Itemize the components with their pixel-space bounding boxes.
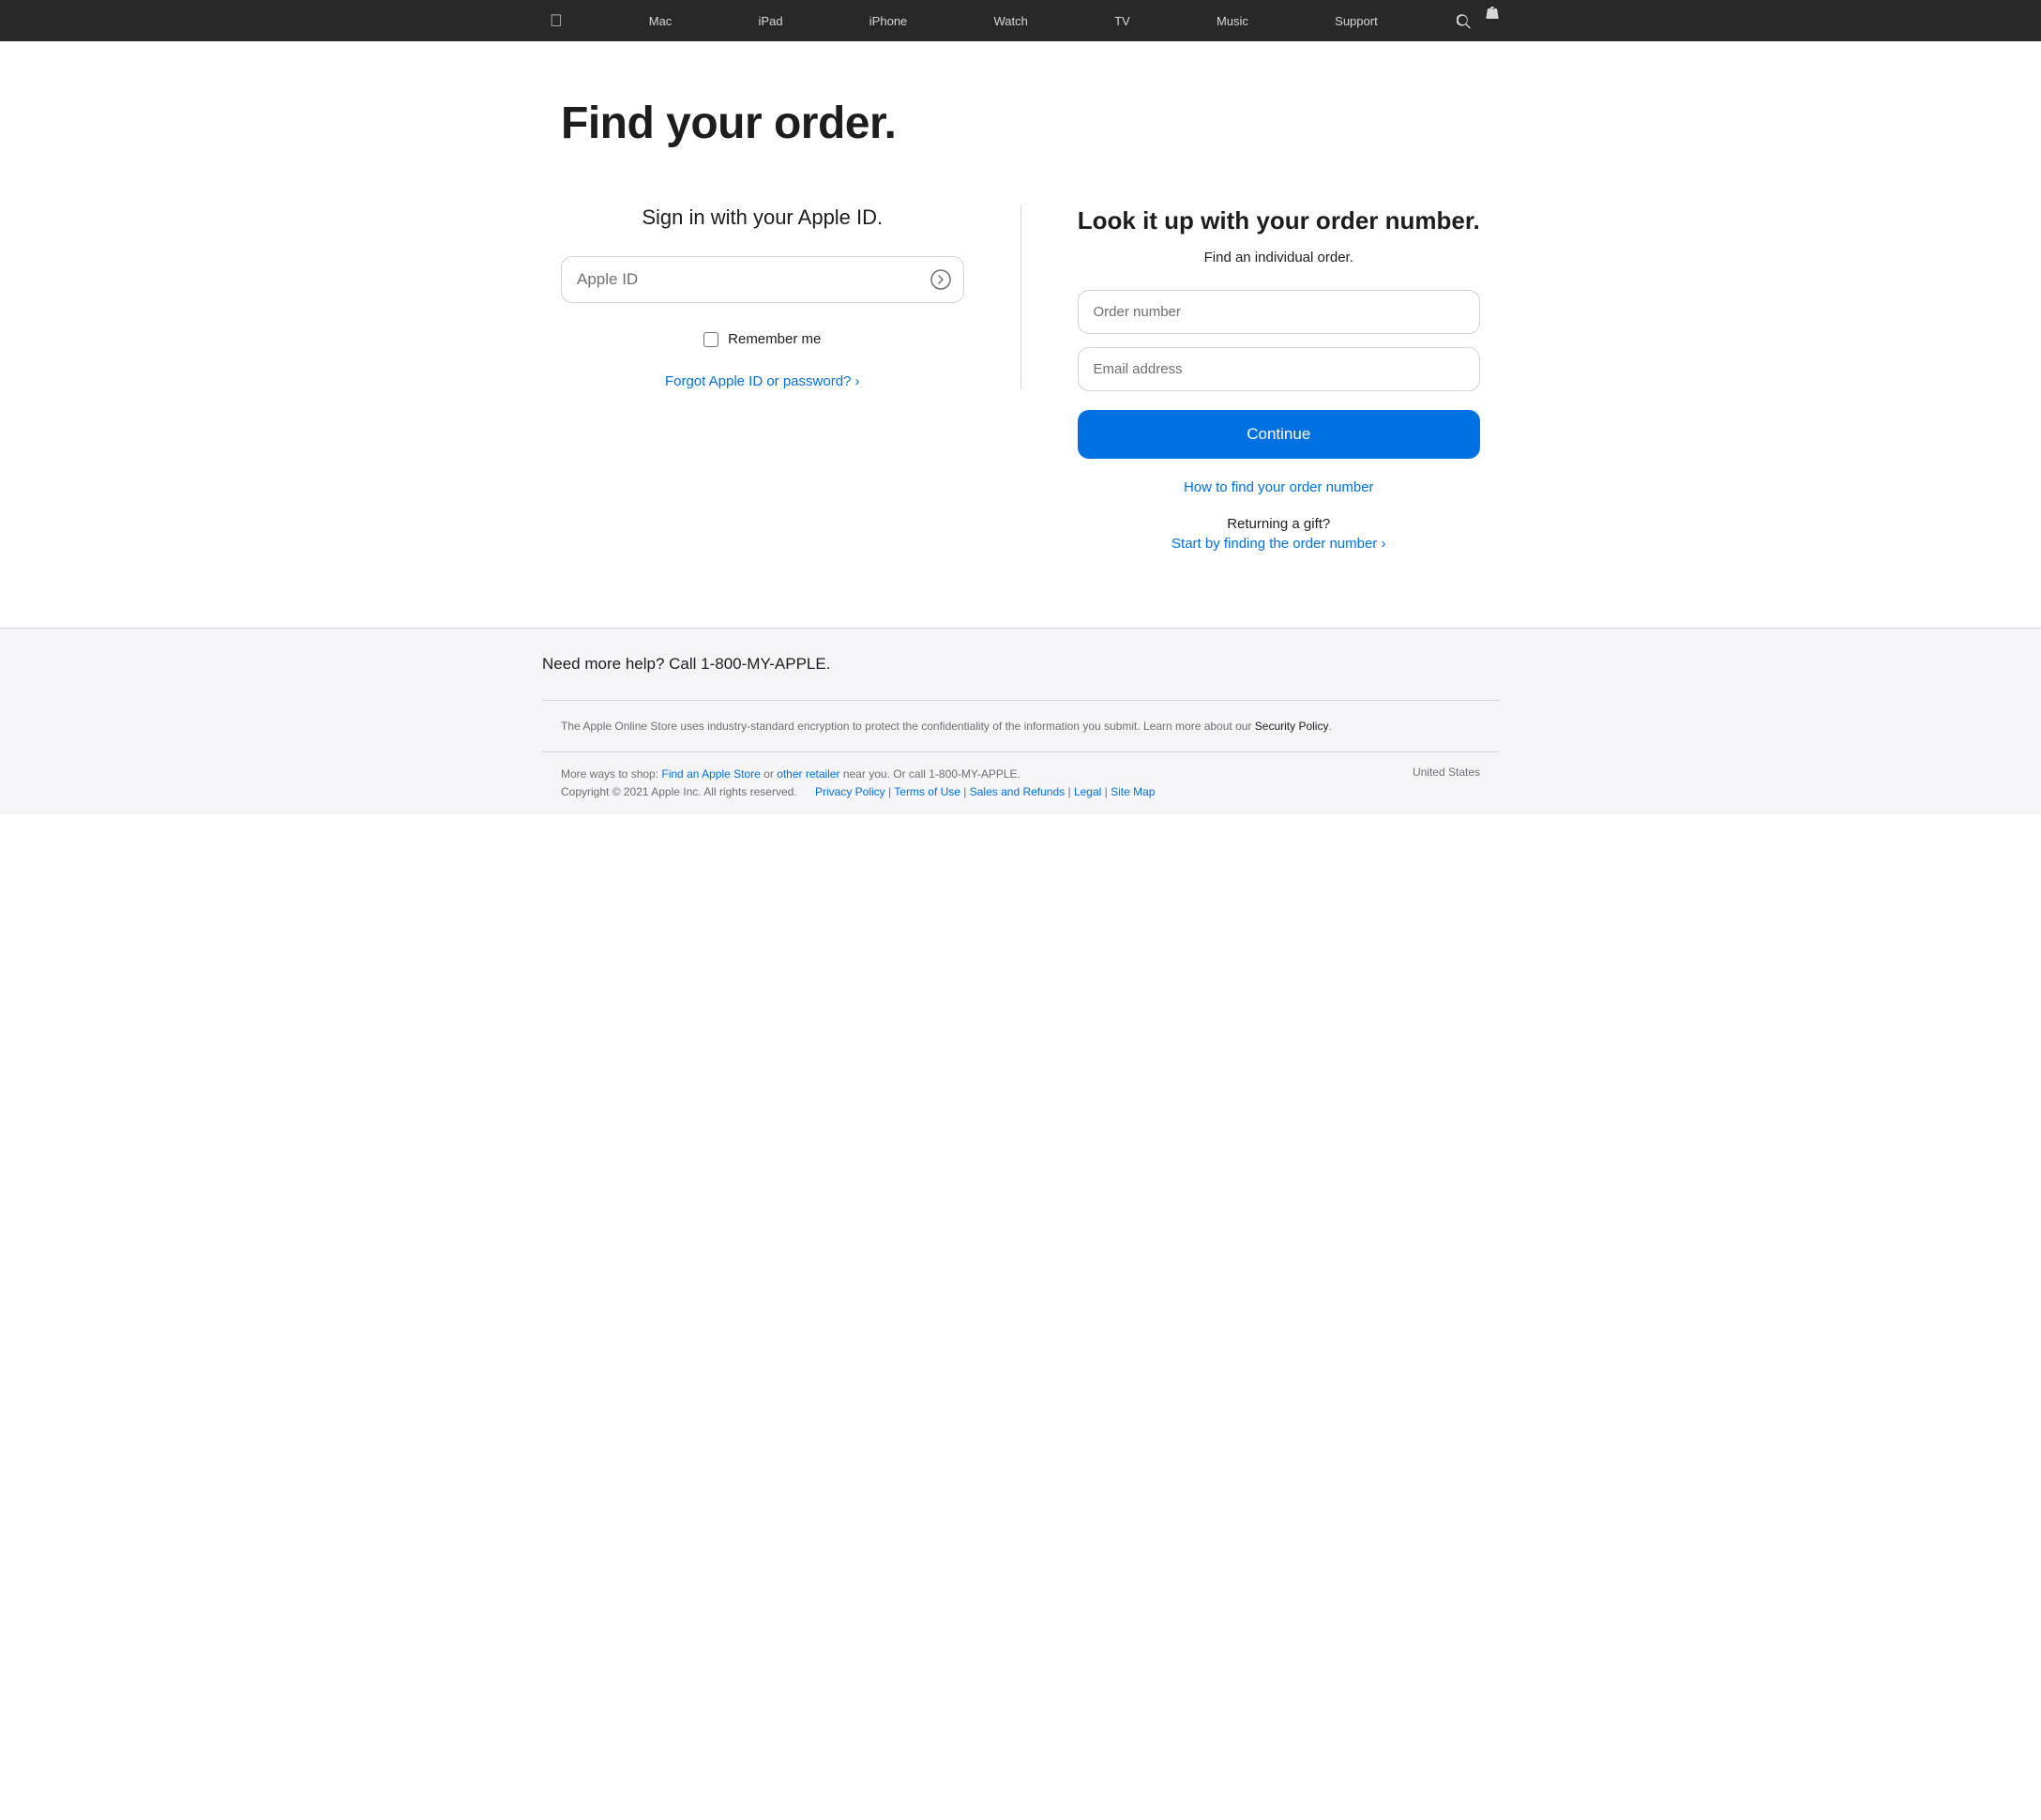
apple-id-submit-button[interactable]: [930, 269, 951, 290]
sales-refunds-link[interactable]: Sales and Refunds: [970, 785, 1065, 798]
order-number-input[interactable]: [1078, 290, 1481, 334]
apple-id-input[interactable]: [561, 256, 964, 303]
remember-me-checkbox[interactable]: [703, 332, 718, 347]
order-lookup-panel: Look it up with your order number. Find …: [1021, 205, 1481, 553]
returning-gift-label: Returning a gift?: [1078, 516, 1481, 532]
help-section: Need more help? Call 1-800-MY-APPLE.: [0, 628, 2041, 700]
find-apple-store-link[interactable]: Find an Apple Store: [661, 767, 760, 781]
security-policy-link[interactable]: Security Policy: [1255, 720, 1329, 733]
arrow-right-icon: [930, 269, 951, 290]
main-nav:  Mac iPad iPhone Watch TV Music Support: [0, 0, 2041, 41]
bag-button[interactable]: [1486, 0, 1499, 41]
other-retailer-link[interactable]: other retailer: [777, 767, 839, 781]
nav-item-support[interactable]: Support: [1327, 14, 1385, 28]
apple-id-panel: Sign in with your Apple ID. Remember me …: [561, 205, 1021, 389]
footer: The Apple Online Store uses industry-sta…: [0, 700, 2041, 814]
footer-security-section: The Apple Online Store uses industry-sta…: [542, 700, 1499, 751]
nav-item-tv[interactable]: TV: [1107, 14, 1138, 28]
security-text: The Apple Online Store uses industry-sta…: [561, 720, 1251, 733]
forgot-apple-id-link[interactable]: Forgot Apple ID or password? ›: [561, 373, 964, 389]
terms-of-use-link[interactable]: Terms of Use: [894, 785, 960, 798]
more-ways-text: More ways to shop:: [561, 767, 658, 781]
page-title: Find your order.: [561, 98, 1480, 149]
footer-country-label: United States: [1413, 766, 1480, 779]
nav-item-ipad[interactable]: iPad: [751, 14, 791, 28]
panels-container: Sign in with your Apple ID. Remember me …: [561, 205, 1480, 553]
how-to-find-link[interactable]: How to find your order number: [1078, 479, 1481, 495]
footer-more-ways: More ways to shop: Find an Apple Store o…: [561, 766, 1155, 801]
legal-link[interactable]: Legal: [1074, 785, 1101, 798]
help-text: Need more help? Call 1-800-MY-APPLE.: [542, 655, 1499, 674]
search-icon: [1457, 0, 1471, 41]
footer-bottom: More ways to shop: Find an Apple Store o…: [542, 751, 1499, 814]
site-map-link[interactable]: Site Map: [1111, 785, 1155, 798]
nav-item-mac[interactable]: Mac: [642, 14, 680, 28]
nav-item-music[interactable]: Music: [1209, 14, 1256, 28]
nav-item-iphone[interactable]: iPhone: [862, 14, 915, 28]
bag-icon: [1486, 0, 1499, 41]
nav-apple-logo[interactable]: : [542, 11, 570, 31]
remember-me-label: Remember me: [728, 331, 821, 347]
returning-gift-section: Returning a gift? Start by finding the o…: [1078, 516, 1481, 553]
remember-me-row: Remember me: [561, 331, 964, 347]
privacy-policy-link[interactable]: Privacy Policy: [815, 785, 885, 798]
apple-id-input-wrapper: [561, 256, 964, 303]
start-finding-link[interactable]: Start by finding the order number ›: [1172, 536, 1385, 552]
footer-country-section: United States: [1413, 766, 1480, 779]
footer-or-text: or: [763, 767, 777, 781]
nav-item-watch[interactable]: Watch: [987, 14, 1036, 28]
footer-links-inline: Privacy Policy | Terms of Use | Sales an…: [815, 785, 1155, 798]
footer-copyright: Copyright © 2021 Apple Inc. All rights r…: [561, 785, 797, 798]
apple-id-panel-title: Sign in with your Apple ID.: [561, 205, 964, 230]
order-lookup-subtitle: Find an individual order.: [1078, 250, 1481, 265]
main-content: Find your order. Sign in with your Apple…: [542, 41, 1499, 628]
apple-logo-icon: : [550, 11, 563, 31]
continue-button[interactable]: Continue: [1078, 410, 1481, 459]
footer-near-text: near you. Or call 1-800-MY-APPLE.: [843, 767, 1020, 781]
email-address-input[interactable]: [1078, 347, 1481, 391]
search-button[interactable]: [1457, 0, 1471, 41]
order-lookup-title: Look it up with your order number.: [1078, 205, 1481, 236]
